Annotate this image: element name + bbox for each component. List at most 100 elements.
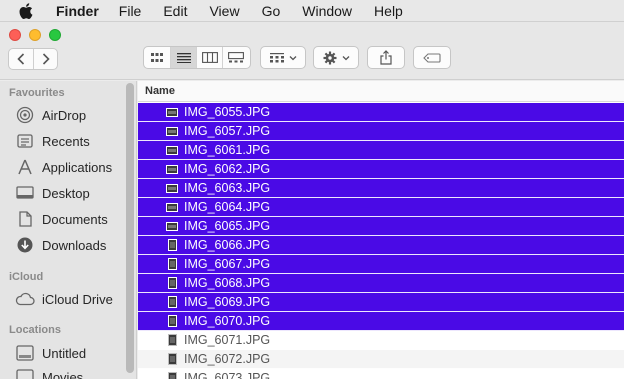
menu-file[interactable]: File: [119, 0, 142, 22]
sidebar-item-label: Recents: [42, 133, 90, 149]
forward-button[interactable]: [33, 49, 57, 69]
apple-logo-icon[interactable]: [18, 2, 34, 19]
file-name: IMG_6073.JPG: [184, 371, 271, 379]
back-button[interactable]: [9, 49, 33, 69]
jpeg-thumbnail-icon: [166, 257, 178, 271]
jpeg-thumbnail-icon: [166, 105, 178, 119]
sidebar-item-documents[interactable]: Documents: [14, 208, 129, 230]
file-name: IMG_6055.JPG: [184, 105, 271, 119]
chevron-left-icon: [17, 53, 25, 65]
file-row[interactable]: IMG_6070.JPG: [138, 312, 624, 331]
jpeg-thumbnail-icon: [166, 371, 178, 379]
sidebar-item-movies[interactable]: Movies: [14, 366, 129, 379]
sidebar-item-recents[interactable]: Recents: [14, 130, 129, 152]
jpeg-thumbnail-icon: [166, 314, 178, 328]
applications-icon: [14, 158, 36, 176]
file-name: IMG_6069.JPG: [184, 295, 271, 309]
menu-bar: Finder File Edit View Go Window Help: [0, 0, 624, 22]
file-row[interactable]: IMG_6055.JPG: [138, 103, 624, 122]
menu-help[interactable]: Help: [374, 0, 403, 22]
sidebar-item-label: Desktop: [42, 185, 90, 201]
jpeg-thumbnail-icon: [166, 352, 178, 366]
jpeg-thumbnail-icon: [166, 143, 178, 157]
sidebar-item-airdrop[interactable]: AirDrop: [14, 104, 129, 126]
action-popup[interactable]: [313, 46, 359, 69]
file-row[interactable]: IMG_6072.JPG: [138, 350, 624, 369]
airdrop-icon: [14, 106, 36, 124]
jpeg-thumbnail-icon: [166, 124, 178, 138]
file-name: IMG_6064.JPG: [184, 200, 271, 214]
sidebar-item-label: iCloud Drive: [42, 291, 113, 307]
file-name: IMG_6057.JPG: [184, 124, 271, 138]
cloud-icon: [14, 290, 36, 308]
menu-app-finder[interactable]: Finder: [56, 0, 99, 22]
file-row[interactable]: IMG_6067.JPG: [138, 255, 624, 274]
share-button[interactable]: [367, 46, 405, 69]
downloads-icon: [14, 236, 36, 254]
drive-icon: [14, 368, 36, 379]
list-view-button[interactable]: [170, 47, 196, 68]
jpeg-thumbnail-icon: [166, 276, 178, 290]
edit-tags-button[interactable]: [413, 46, 451, 69]
file-name: IMG_6063.JPG: [184, 181, 271, 195]
sidebar-item-label: Untitled: [42, 345, 87, 361]
jpeg-thumbnail-icon: [166, 162, 178, 176]
sidebar-item-label: Downloads: [42, 237, 107, 253]
sidebar-item-untitled[interactable]: Untitled: [14, 342, 129, 364]
file-row[interactable]: IMG_6057.JPG: [138, 122, 624, 141]
sidebar-item-label: Documents: [42, 211, 108, 227]
drive-icon: [14, 344, 36, 362]
file-row[interactable]: IMG_6063.JPG: [138, 179, 624, 198]
file-row[interactable]: IMG_6061.JPG: [138, 141, 624, 160]
chevron-down-icon: [342, 55, 349, 60]
sidebar-item-label: Movies: [42, 369, 84, 379]
name-column-header[interactable]: Name: [138, 81, 624, 102]
menu-edit[interactable]: Edit: [163, 0, 187, 22]
file-name: IMG_6071.JPG: [184, 333, 271, 347]
file-row[interactable]: IMG_6066.JPG: [138, 236, 624, 255]
chevron-right-icon: [42, 53, 50, 65]
desktop-icon: [14, 184, 36, 202]
sidebar-item-icloud-drive[interactable]: iCloud Drive: [14, 288, 129, 310]
menu-go[interactable]: Go: [262, 0, 281, 22]
list-view-icon: [176, 52, 191, 63]
recents-icon: [14, 132, 36, 150]
group-grid-icon: [269, 52, 284, 62]
menu-view[interactable]: View: [209, 0, 239, 22]
file-row[interactable]: IMG_6069.JPG: [138, 293, 624, 312]
jpeg-thumbnail-icon: [166, 238, 178, 252]
jpeg-thumbnail-icon: [166, 295, 178, 309]
file-name: IMG_6072.JPG: [184, 352, 271, 366]
icon-view-button[interactable]: [144, 47, 170, 68]
file-name: IMG_6068.JPG: [184, 276, 271, 290]
file-row[interactable]: IMG_6062.JPG: [138, 160, 624, 179]
maximize-window-button[interactable]: [49, 29, 61, 41]
sidebar-heading-favourites: Favourites: [9, 87, 65, 99]
jpeg-thumbnail-icon: [166, 219, 178, 233]
sidebar-item-desktop[interactable]: Desktop: [14, 182, 129, 204]
file-rows: IMG_6055.JPG IMG_6057.JPG IMG_6061.JPG IMG_…: [138, 103, 624, 379]
group-by-popup[interactable]: [260, 46, 306, 69]
sidebar-heading-icloud: iCloud: [9, 271, 44, 283]
sidebar-heading-locations: Locations: [9, 324, 61, 336]
file-name: IMG_6067.JPG: [184, 257, 271, 271]
menu-window[interactable]: Window: [302, 0, 352, 22]
file-name: IMG_6062.JPG: [184, 162, 271, 176]
sidebar-item-label: AirDrop: [42, 107, 87, 123]
column-view-button[interactable]: [196, 47, 222, 68]
file-row[interactable]: IMG_6068.JPG: [138, 274, 624, 293]
file-row[interactable]: IMG_6065.JPG: [138, 217, 624, 236]
jpeg-thumbnail-icon: [166, 200, 178, 214]
sidebar-scrollbar[interactable]: [126, 83, 134, 373]
file-row[interactable]: IMG_6073.JPG: [138, 369, 624, 379]
gallery-view-button[interactable]: [222, 47, 248, 68]
minimize-window-button[interactable]: [29, 29, 41, 41]
sidebar-item-applications[interactable]: Applications: [14, 156, 129, 178]
icon-view-icon: [151, 52, 163, 62]
file-row[interactable]: IMG_6064.JPG: [138, 198, 624, 217]
file-row[interactable]: IMG_6071.JPG: [138, 331, 624, 350]
file-name: IMG_6066.JPG: [184, 238, 271, 252]
jpeg-thumbnail-icon: [166, 181, 178, 195]
sidebar-item-downloads[interactable]: Downloads: [14, 234, 129, 256]
close-window-button[interactable]: [9, 29, 21, 41]
